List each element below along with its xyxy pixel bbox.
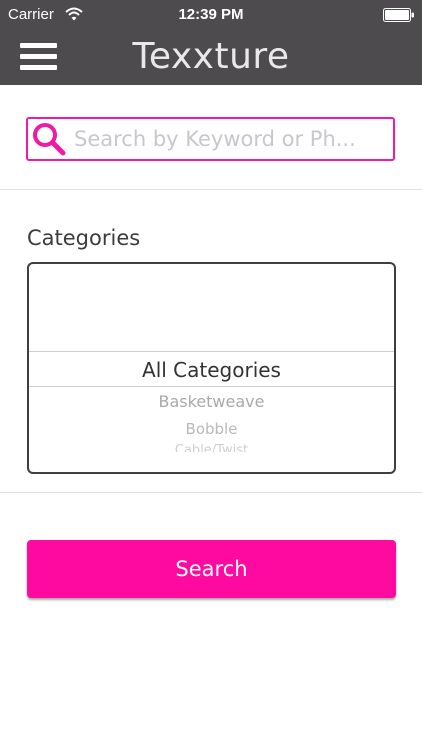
picker-selection-line	[29, 351, 394, 352]
battery-icon	[383, 8, 414, 22]
picker-option[interactable]: Cable/Twist	[29, 443, 394, 452]
category-picker[interactable]: All Categories Basketweave Bobble Cable/…	[27, 262, 396, 474]
search-field[interactable]	[26, 117, 395, 161]
picker-selected-option[interactable]: All Categories	[29, 358, 394, 382]
picker-selection-line	[29, 386, 394, 387]
search-button[interactable]: Search	[27, 540, 396, 598]
status-bar: Carrier 12:39 PM	[0, 0, 422, 30]
categories-label: Categories	[27, 226, 141, 250]
nav-bar: Texxture	[0, 30, 422, 85]
search-icon	[33, 123, 66, 156]
status-time: 12:39 PM	[178, 6, 244, 23]
picker-option[interactable]: Basketweave	[29, 392, 394, 411]
divider	[0, 492, 422, 493]
divider	[0, 189, 422, 190]
app-title: Texxture	[132, 36, 290, 77]
picker-option[interactable]: Bobble	[29, 420, 394, 438]
search-input[interactable]	[74, 121, 386, 157]
